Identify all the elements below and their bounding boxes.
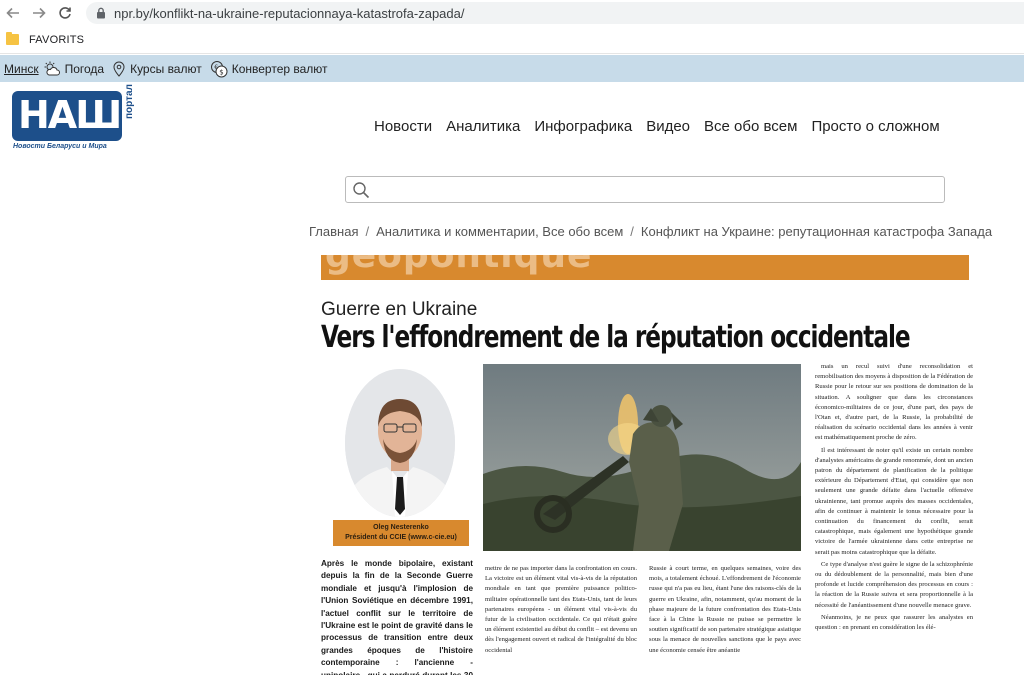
converter-link[interactable]: $ € Конвертер валют [210, 60, 328, 78]
author-portrait [345, 369, 455, 517]
author-role: Président du CCIE (www.c-cie.eu) [345, 534, 457, 541]
location-pin-icon [113, 61, 125, 77]
nav-item-all-about[interactable]: Все обо всем [704, 118, 797, 135]
search-icon[interactable] [352, 181, 370, 199]
article-headline: Vers l'effondrement de la réputation occ… [321, 320, 911, 355]
main-nav: Новости Аналитика Инфографика Видео Все … [374, 118, 940, 135]
rates-label: Курсы валют [130, 61, 202, 76]
nav-item-news[interactable]: Новости [374, 118, 432, 135]
lock-icon [97, 7, 105, 19]
nav-item-simple-complex[interactable]: Просто о сложном [811, 118, 939, 135]
logo-portal-label: портал [124, 84, 135, 119]
author-caption: Oleg Nesterenko Président du CCIE (www.c… [333, 520, 469, 546]
address-url: npr.by/konflikt-na-ukraine-reputacionnay… [114, 5, 465, 21]
rates-link[interactable]: Курсы валют [112, 61, 202, 77]
article-image: géopolitique Guerre en Ukraine Vers l'ef… [309, 252, 981, 675]
breadcrumb-separator: / [365, 224, 370, 239]
address-bar[interactable]: npr.by/konflikt-na-ukraine-reputacionnay… [86, 2, 1024, 24]
nav-item-analytics[interactable]: Аналитика [446, 118, 520, 135]
logo-tagline: Новости Беларуси и Мира [13, 143, 107, 150]
article-column-2: mettre de ne pas importer dans la confro… [485, 565, 637, 654]
breadcrumb-separator: / [630, 224, 634, 239]
article-lead-column: Après le monde bipolaire, existant depui… [321, 559, 473, 675]
currency-converter-icon: $€ [210, 60, 228, 77]
breadcrumb-section[interactable]: Аналитика и комментарии, Все обо всем [376, 224, 623, 239]
banner-text: géopolitique [325, 255, 593, 276]
site-logo[interactable]: НАШ портал Новости Беларуси и Мира [12, 84, 137, 153]
svg-text:$: $ [219, 68, 223, 76]
breadcrumb: Главная / Аналитика и комментарии, Все обо… [309, 224, 992, 239]
info-bar: Минск Погода Курсы валют $ € Конвертер ва… [0, 55, 1024, 82]
back-icon[interactable] [0, 0, 26, 26]
article-column-3: Russie à court terme, en quelques semain… [649, 565, 801, 654]
converter-label: Конвертер валют [231, 61, 328, 76]
city-link[interactable]: Минск [4, 62, 39, 76]
folder-icon [6, 32, 19, 45]
breadcrumb-home[interactable]: Главная [309, 224, 358, 239]
right-paragraph: Il est intéressant de noter qu'il existe… [815, 446, 973, 556]
weather-label: Погода [64, 61, 105, 76]
right-paragraph: Néanmoins, je ne peux que rassurer les a… [815, 613, 973, 632]
section-banner: géopolitique [321, 255, 969, 280]
reload-icon[interactable] [52, 0, 78, 26]
weather-link[interactable]: Погода [43, 61, 105, 77]
article-column-right: mais un recul suivi d'une reconsolidatio… [815, 362, 973, 635]
nav-item-video[interactable]: Видео [646, 118, 690, 135]
search-box [345, 176, 945, 203]
search-input[interactable] [376, 178, 944, 201]
weather-icon [44, 61, 60, 75]
bookmark-favorits[interactable]: FAVORITS [29, 34, 84, 46]
svg-text:€: € [214, 64, 218, 71]
breadcrumb-current: Конфликт на Украине: репутационная катас… [640, 224, 993, 239]
bookmarks-bar: FAVORITS [0, 26, 1024, 54]
right-paragraph: Ce type d'analyse n'est guère le signe d… [815, 560, 973, 609]
right-paragraph: mais un recul suivi d'une reconsolidatio… [815, 363, 973, 442]
author-name: Oleg Nesterenko [373, 524, 429, 531]
forward-icon[interactable] [26, 0, 52, 26]
article-kicker: Guerre en Ukraine [321, 299, 478, 320]
nav-item-infographics[interactable]: Инфографика [534, 118, 632, 135]
logo-text: НАШ [18, 93, 122, 137]
soldier-photo [483, 364, 801, 551]
